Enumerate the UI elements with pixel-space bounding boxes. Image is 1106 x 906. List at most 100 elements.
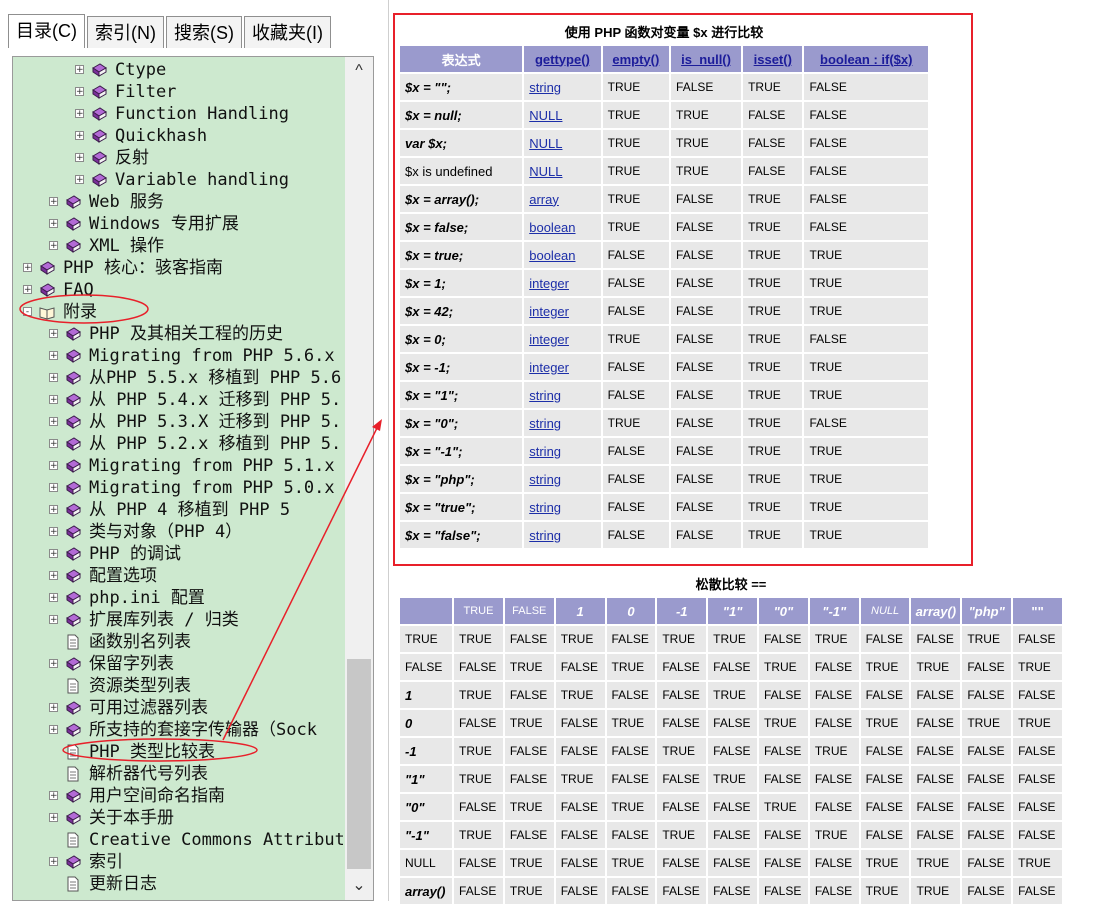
table1-header[interactable]: isset() bbox=[743, 46, 803, 72]
expand-icon[interactable]: + bbox=[49, 439, 58, 449]
expand-icon[interactable]: + bbox=[49, 219, 58, 229]
tree-item[interactable]: + 所支持的套接字传输器（Sock bbox=[13, 719, 343, 741]
type-link[interactable]: integer bbox=[524, 354, 601, 380]
table1-header[interactable]: empty() bbox=[602, 46, 670, 72]
tree-item[interactable]: + 索引 bbox=[13, 851, 343, 873]
scroll-down-arrow-icon[interactable]: ⌄ bbox=[345, 872, 373, 900]
type-link[interactable]: array bbox=[524, 186, 601, 212]
expand-icon[interactable]: + bbox=[49, 615, 58, 625]
scrollbar-thumb[interactable] bbox=[347, 659, 371, 869]
type-link[interactable]: integer bbox=[524, 270, 601, 296]
tree-item[interactable]: 更新日志 bbox=[13, 873, 343, 895]
tree-item[interactable]: + PHP 及其相关工程的历史 bbox=[13, 323, 343, 345]
type-link[interactable]: string bbox=[524, 438, 601, 464]
type-link[interactable]: NULL bbox=[524, 102, 601, 128]
expand-icon[interactable]: + bbox=[23, 285, 32, 295]
tab-contents[interactable]: 目录(C) bbox=[8, 14, 85, 48]
tree-item[interactable]: 解析器代号列表 bbox=[13, 763, 343, 785]
expand-icon[interactable]: + bbox=[49, 791, 58, 801]
expand-icon[interactable]: + bbox=[49, 725, 58, 735]
tree-item[interactable]: + 关于本手册 bbox=[13, 807, 343, 829]
expand-icon[interactable]: + bbox=[49, 241, 58, 251]
collapse-icon[interactable]: - bbox=[23, 307, 32, 317]
expand-icon[interactable]: + bbox=[49, 461, 58, 471]
table1-header-link[interactable]: gettype() bbox=[535, 52, 590, 67]
tree-item[interactable]: + 用户空间命名指南 bbox=[13, 785, 343, 807]
tree-item[interactable]: + 反射 bbox=[13, 147, 343, 169]
expand-icon[interactable]: + bbox=[49, 373, 58, 383]
expand-icon[interactable]: + bbox=[75, 175, 84, 185]
tree-item[interactable]: + Quickhash bbox=[13, 125, 343, 147]
expand-icon[interactable]: + bbox=[49, 351, 58, 361]
table1-header[interactable]: is_null() bbox=[671, 46, 742, 72]
tree-item[interactable]: + 扩展库列表 / 归类 bbox=[13, 609, 343, 631]
type-link[interactable]: boolean bbox=[524, 242, 601, 268]
tree-item[interactable]: + 从 PHP 5.3.X 迁移到 PHP 5. bbox=[13, 411, 343, 433]
expand-icon[interactable]: + bbox=[49, 857, 58, 867]
tree-item[interactable]: + Filter bbox=[13, 81, 343, 103]
expand-icon[interactable]: + bbox=[49, 813, 58, 823]
tree-scrollbar[interactable]: ^ ⌄ bbox=[345, 57, 373, 900]
tree-item[interactable]: + 从 PHP 5.4.x 迁移到 PHP 5. bbox=[13, 389, 343, 411]
tree-item[interactable]: + Web 服务 bbox=[13, 191, 343, 213]
expand-icon[interactable]: + bbox=[49, 197, 58, 207]
tab-favorites[interactable]: 收藏夹(I) bbox=[244, 16, 331, 48]
expand-icon[interactable]: + bbox=[75, 65, 84, 75]
expand-icon[interactable]: + bbox=[49, 571, 58, 581]
tree-item[interactable]: + XML 操作 bbox=[13, 235, 343, 257]
tree-item[interactable]: + 从PHP 5.5.x 移植到 PHP 5.6 bbox=[13, 367, 343, 389]
expand-icon[interactable]: + bbox=[49, 527, 58, 537]
type-link[interactable]: integer bbox=[524, 298, 601, 324]
type-link[interactable]: string bbox=[524, 522, 601, 548]
expand-icon[interactable]: + bbox=[75, 109, 84, 119]
type-link[interactable]: string bbox=[524, 382, 601, 408]
table1-header-link[interactable]: is_null() bbox=[681, 52, 731, 67]
type-link[interactable]: boolean bbox=[524, 214, 601, 240]
type-link[interactable]: NULL bbox=[524, 158, 601, 184]
type-link[interactable]: integer bbox=[524, 326, 601, 352]
tree-item[interactable]: PHP 类型比较表 bbox=[13, 741, 343, 763]
tree-item[interactable]: + FAQ bbox=[13, 279, 343, 301]
tree-item[interactable]: + 保留字列表 bbox=[13, 653, 343, 675]
expand-icon[interactable]: + bbox=[49, 395, 58, 405]
tree-item[interactable]: + PHP 的调试 bbox=[13, 543, 343, 565]
type-link[interactable]: string bbox=[524, 410, 601, 436]
tree-item[interactable]: + php.ini 配置 bbox=[13, 587, 343, 609]
expand-icon[interactable]: + bbox=[49, 417, 58, 427]
type-link[interactable]: string bbox=[524, 494, 601, 520]
tree-item[interactable]: + 配置选项 bbox=[13, 565, 343, 587]
expand-icon[interactable]: + bbox=[49, 549, 58, 559]
tree-item[interactable]: + Ctype bbox=[13, 59, 343, 81]
tree-item[interactable]: + 可用过滤器列表 bbox=[13, 697, 343, 719]
tree-item[interactable]: - 附录 bbox=[13, 301, 343, 323]
tree-item[interactable]: + 从 PHP 5.2.x 移植到 PHP 5. bbox=[13, 433, 343, 455]
tree-item[interactable]: + Function Handling bbox=[13, 103, 343, 125]
tree-item[interactable]: + Variable handling bbox=[13, 169, 343, 191]
tree-item[interactable]: + Migrating from PHP 5.1.x t bbox=[13, 455, 343, 477]
tree-item[interactable]: + 类与对象（PHP 4） bbox=[13, 521, 343, 543]
tab-search[interactable]: 搜索(S) bbox=[166, 16, 242, 48]
tree-item[interactable]: + PHP 核心：骇客指南 bbox=[13, 257, 343, 279]
expand-icon[interactable]: + bbox=[23, 263, 32, 273]
table1-header-link[interactable]: isset() bbox=[754, 52, 792, 67]
tree-item[interactable]: + Migrating from PHP 5.0.x t bbox=[13, 477, 343, 499]
tree-item[interactable]: Creative Commons Attributi bbox=[13, 829, 343, 851]
tree-item[interactable]: + 从 PHP 4 移植到 PHP 5 bbox=[13, 499, 343, 521]
tree-item[interactable]: 函数别名列表 bbox=[13, 631, 343, 653]
expand-icon[interactable]: + bbox=[49, 329, 58, 339]
expand-icon[interactable]: + bbox=[75, 153, 84, 163]
expand-icon[interactable]: + bbox=[49, 593, 58, 603]
type-link[interactable]: NULL bbox=[524, 130, 601, 156]
expand-icon[interactable]: + bbox=[49, 483, 58, 493]
expand-icon[interactable]: + bbox=[75, 87, 84, 97]
tree-item[interactable]: + Windows 专用扩展 bbox=[13, 213, 343, 235]
expand-icon[interactable]: + bbox=[49, 703, 58, 713]
table1-header[interactable]: gettype() bbox=[524, 46, 601, 72]
scroll-up-arrow-icon[interactable]: ^ bbox=[345, 57, 373, 85]
tree-item[interactable]: + Migrating from PHP 5.6.x t bbox=[13, 345, 343, 367]
type-link[interactable]: string bbox=[524, 466, 601, 492]
table1-header[interactable]: boolean : if($x) bbox=[804, 46, 928, 72]
table1-header-link[interactable]: empty() bbox=[612, 52, 659, 67]
expand-icon[interactable]: + bbox=[49, 659, 58, 669]
expand-icon[interactable]: + bbox=[49, 505, 58, 515]
